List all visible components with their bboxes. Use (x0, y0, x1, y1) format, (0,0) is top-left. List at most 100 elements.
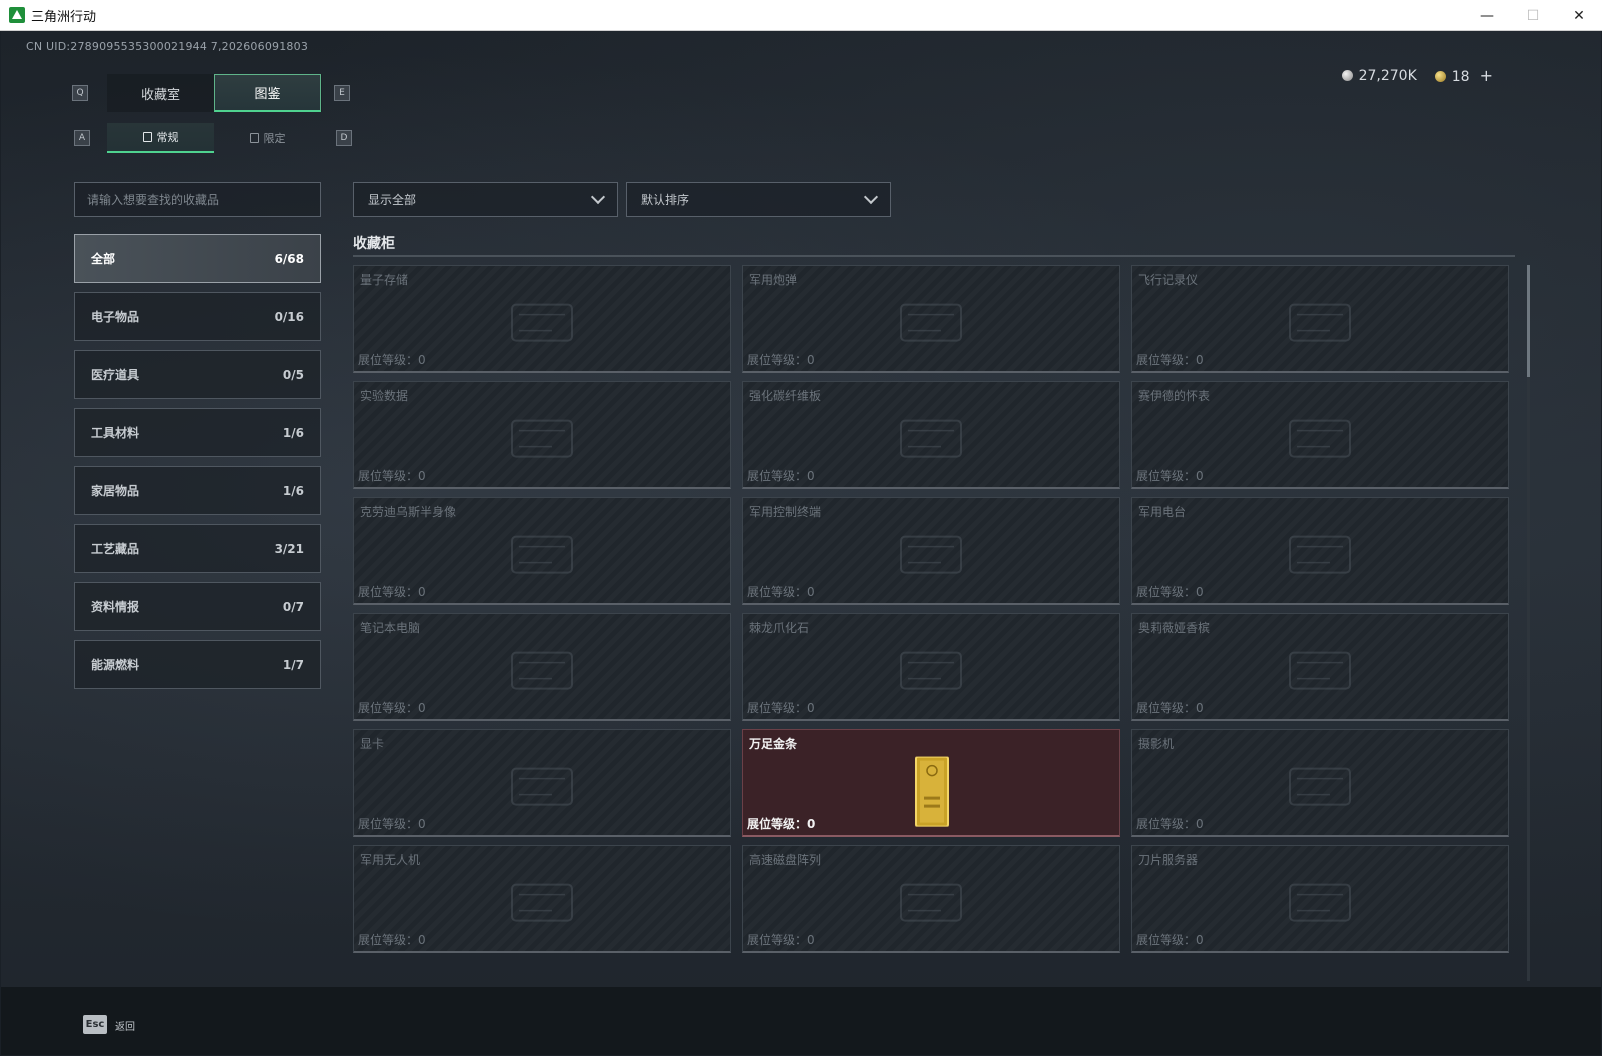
item-name: 万足金条 (749, 737, 798, 751)
category-all[interactable]: 全部 6/68 (74, 234, 321, 283)
search-input[interactable] (74, 182, 321, 217)
tab-catalog[interactable]: 图鉴 (214, 74, 321, 112)
item-name: 克劳迪乌斯半身像 (360, 505, 457, 519)
terminal-icon (886, 524, 976, 584)
category-count: 1/6 (282, 425, 304, 440)
item-name: 显卡 (360, 737, 385, 751)
maximize-button[interactable]: ☐ (1510, 0, 1556, 31)
window-title: 三角洲行动 (31, 8, 97, 24)
back-label: 返回 (115, 1022, 135, 1033)
tab-limited[interactable]: 限定 (214, 123, 321, 153)
collection-item[interactable]: 摄影机 展位等级：0 (1131, 729, 1509, 837)
item-name: 实验数据 (360, 389, 409, 403)
item-name: 军用炮弹 (749, 273, 798, 287)
category-count: 3/21 (274, 541, 304, 556)
sub-tabs: 常规 限定 (107, 123, 322, 153)
esc-key-button[interactable]: Esc (83, 1015, 107, 1034)
grid-scrollbar[interactable] (1527, 265, 1530, 981)
bust-icon (497, 524, 587, 584)
collection-item[interactable]: 显卡 展位等级：0 (353, 729, 731, 837)
category-list: 全部 6/68 电子物品 0/16 医疗道具 0/5 工具材料 1/6 家居物品 1/6 … (74, 234, 321, 698)
collection-item[interactable]: 刀片服务器展位等级：0 (1131, 845, 1509, 953)
item-level: 展位等级：0 (1136, 585, 1204, 599)
item-name: 摄影机 (1138, 737, 1175, 751)
key-hint-e: E (334, 85, 350, 101)
item-level: 展位等级：0 (1136, 353, 1204, 367)
category-intel[interactable]: 资料情报 0/7 (74, 582, 321, 631)
category-label: 工艺藏品 (91, 542, 140, 556)
collection-item[interactable]: 奥莉薇娅香槟 展位等级：0 (1131, 613, 1509, 721)
drone-icon (497, 872, 587, 932)
category-label: 全部 (91, 252, 116, 266)
regular-icon (142, 132, 152, 142)
item-level: 展位等级：0 (747, 701, 815, 715)
collection-item[interactable]: 军用控制终端 展位等级：0 (742, 497, 1120, 605)
tab-regular-label: 常规 (156, 131, 179, 144)
collection-item[interactable]: 万足金条 展位等级：0 (742, 729, 1120, 837)
collection-item[interactable]: 量子存储 展位等级：0 (353, 265, 731, 373)
disk-array-icon (886, 872, 976, 932)
silver-currency: 27,270K (1341, 68, 1417, 84)
collection-item[interactable]: 军用无人机 展位等级：0 (353, 845, 731, 953)
game-screen: CN UID:2789095535300021944 7,20260609180… (1, 31, 1601, 1055)
window-controls: — ☐ ✕ (1464, 0, 1602, 31)
filter-dropdown[interactable]: 显示全部 (353, 182, 618, 217)
category-electronics[interactable]: 电子物品 0/16 (74, 292, 321, 341)
key-hint-d: D (336, 130, 352, 146)
disc-icon (497, 408, 587, 468)
item-name: 高速磁盘阵列 (749, 853, 822, 867)
item-level: 展位等级：0 (747, 585, 815, 599)
item-level: 展位等级：0 (358, 585, 426, 599)
collection-item[interactable]: 强化碳纤维板 展位等级：0 (742, 381, 1120, 489)
main-tabs: 收藏室 图鉴 (107, 74, 322, 112)
shell-icon (886, 292, 976, 352)
item-level: 展位等级：0 (747, 933, 815, 947)
collection-item[interactable]: 高速磁盘阵列 展位等级：0 (742, 845, 1120, 953)
gold-coin-icon (1434, 71, 1446, 82)
category-count: 1/6 (282, 483, 304, 498)
gold-bar-icon (886, 755, 976, 828)
tab-collection-room[interactable]: 收藏室 (107, 74, 214, 112)
item-level: 展位等级：0 (358, 701, 426, 715)
minimize-button[interactable]: — (1464, 0, 1510, 31)
item-name: 笔记本电脑 (360, 621, 421, 635)
category-household[interactable]: 家居物品 1/6 (74, 466, 321, 515)
item-name: 棘龙爪化石 (749, 621, 810, 635)
category-energy[interactable]: 能源燃料 1/7 (74, 640, 321, 689)
limited-icon (249, 133, 259, 143)
gold-currency: 18 + (1434, 66, 1493, 85)
add-currency-button[interactable]: + (1480, 66, 1493, 85)
item-name: 刀片服务器 (1138, 853, 1199, 867)
key-hint-a: A (74, 130, 90, 146)
server-icon (1275, 872, 1365, 932)
scrollbar-thumb[interactable] (1527, 265, 1530, 377)
collection-item[interactable]: 赛伊德的怀表 展位等级：0 (1131, 381, 1509, 489)
collection-item[interactable]: 笔记本电脑展位等级：0 (353, 613, 731, 721)
uid-label: CN UID:2789095535300021944 7,20260609180… (26, 40, 309, 53)
category-medical[interactable]: 医疗道具 0/5 (74, 350, 321, 399)
camera-icon (1275, 756, 1365, 816)
collection-item[interactable]: 克劳迪乌斯半身像 展位等级：0 (353, 497, 731, 605)
sort-dropdown-value: 默认排序 (641, 193, 690, 207)
collection-item[interactable]: 飞行记录仪 展位等级：0 (1131, 265, 1509, 373)
collection-item[interactable]: 军用电台 展位等级：0 (1131, 497, 1509, 605)
tab-regular[interactable]: 常规 (107, 123, 214, 153)
collection-item[interactable]: 军用炮弹 展位等级：0 (742, 265, 1120, 373)
fossil-icon (886, 640, 976, 700)
filter-dropdown-value: 显示全部 (368, 193, 417, 207)
category-count: 6/68 (274, 251, 304, 266)
chevron-down-icon (590, 189, 606, 205)
collection-item[interactable]: 棘龙爪化石展位等级：0 (742, 613, 1120, 721)
category-tools[interactable]: 工具材料 1/6 (74, 408, 321, 457)
category-label: 工具材料 (91, 426, 140, 440)
item-level: 展位等级：0 (358, 933, 426, 947)
currency-bar: 27,270K 18 + (1341, 66, 1493, 85)
silver-coin-icon (1341, 69, 1353, 81)
collection-item[interactable]: 实验数据 展位等级：0 (353, 381, 731, 489)
item-level: 展位等级：0 (747, 469, 815, 483)
category-crafts[interactable]: 工艺藏品 3/21 (74, 524, 321, 573)
sort-dropdown[interactable]: 默认排序 (626, 182, 891, 217)
item-level: 展位等级：0 (1136, 933, 1204, 947)
close-button[interactable]: ✕ (1556, 0, 1602, 31)
pocket-watch-icon (1275, 408, 1365, 468)
